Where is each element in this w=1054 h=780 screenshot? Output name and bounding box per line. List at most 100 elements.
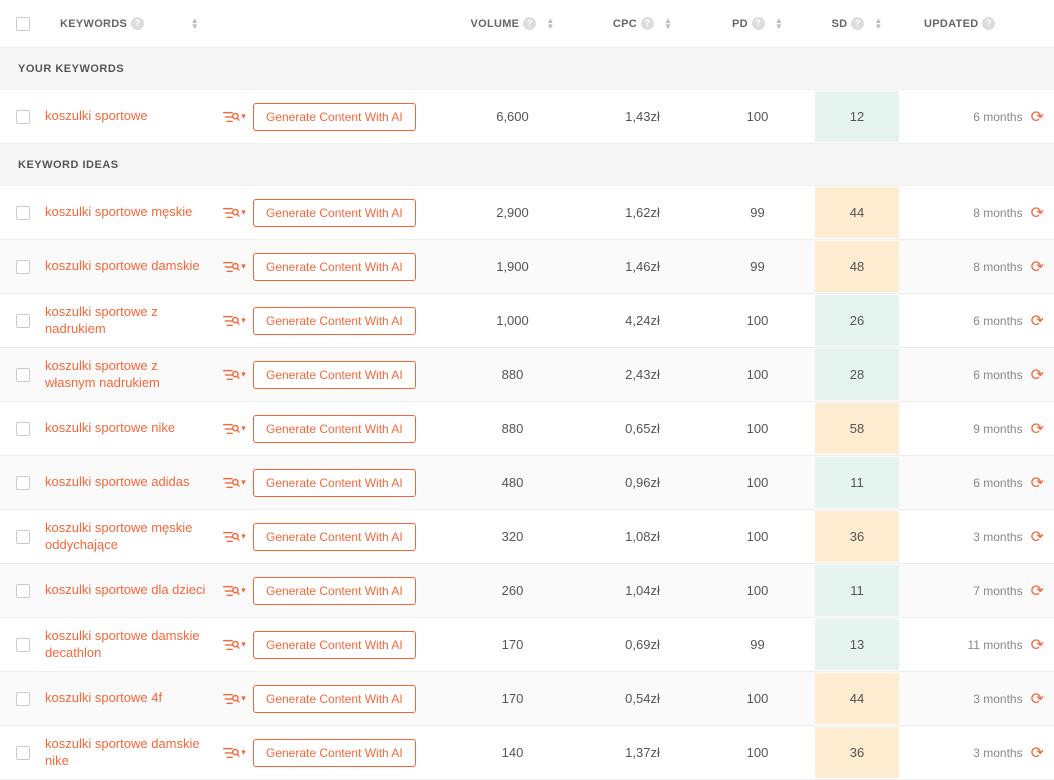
sd-cell-wrap: 28	[810, 349, 904, 400]
row-checkbox[interactable]	[16, 368, 30, 382]
sd-cell: 36	[815, 511, 899, 562]
row-checkbox[interactable]	[16, 476, 30, 490]
generate-ai-button[interactable]: Generate Content With AI	[253, 685, 416, 713]
updated-cell: 11 months	[967, 638, 1022, 652]
sort-icon[interactable]: ▲▼	[191, 18, 207, 30]
sd-cell-wrap: 48	[810, 241, 904, 292]
help-icon[interactable]: ?	[131, 17, 144, 30]
refresh-icon[interactable]: ⟳	[1031, 473, 1044, 493]
row-checkbox[interactable]	[16, 584, 30, 598]
row-checkbox[interactable]	[16, 530, 30, 544]
chevron-down-icon: ▾	[241, 693, 246, 704]
row-checkbox[interactable]	[16, 260, 30, 274]
keyword-link[interactable]: koszulki sportowe z nadrukiem	[45, 304, 158, 336]
refresh-icon[interactable]: ⟳	[1031, 365, 1044, 385]
refresh-icon[interactable]: ⟳	[1031, 581, 1044, 601]
filter-icon-svg	[222, 260, 240, 274]
help-icon[interactable]: ?	[982, 17, 995, 30]
generate-ai-button[interactable]: Generate Content With AI	[253, 577, 416, 605]
refresh-icon[interactable]: ⟳	[1031, 527, 1044, 547]
keyword-link[interactable]: koszulki sportowe	[45, 108, 148, 123]
header-volume-label: VOLUME	[470, 18, 519, 30]
sort-icon[interactable]: ▲▼	[874, 18, 882, 30]
filter-icon[interactable]: ▾	[222, 746, 246, 760]
generate-ai-button[interactable]: Generate Content With AI	[253, 631, 416, 659]
sd-cell-wrap: 13	[810, 619, 904, 670]
generate-ai-button[interactable]: Generate Content With AI	[253, 199, 416, 227]
row-checkbox[interactable]	[16, 746, 30, 760]
filter-icon[interactable]: ▾	[222, 638, 246, 652]
filter-icon[interactable]: ▾	[222, 476, 246, 490]
filter-icon[interactable]: ▾	[222, 584, 246, 598]
filter-icon-svg	[222, 746, 240, 760]
pd-cell: 99	[705, 205, 810, 220]
select-all-checkbox[interactable]	[16, 17, 30, 31]
row-checkbox[interactable]	[16, 692, 30, 706]
row-checkbox[interactable]	[16, 206, 30, 220]
volume-cell: 140	[445, 745, 580, 760]
row-checkbox[interactable]	[16, 314, 30, 328]
volume-cell: 2,900	[445, 205, 580, 220]
volume-cell: 880	[445, 367, 580, 382]
generate-ai-button[interactable]: Generate Content With AI	[253, 361, 416, 389]
filter-icon[interactable]: ▾	[222, 206, 246, 220]
volume-cell: 320	[445, 529, 580, 544]
filter-icon[interactable]: ▾	[222, 260, 246, 274]
row-checkbox[interactable]	[16, 422, 30, 436]
generate-ai-button[interactable]: Generate Content With AI	[253, 523, 416, 551]
sort-icon[interactable]: ▲▼	[664, 18, 672, 30]
sort-icon[interactable]: ▲▼	[546, 18, 554, 30]
table-row: koszulki sportowe damskie ▾ Generate Conte…	[0, 240, 1054, 294]
keyword-link[interactable]: koszulki sportowe damskie nike	[45, 736, 200, 768]
col-header-sd[interactable]: SD ? ▲▼	[810, 17, 904, 30]
sd-cell-wrap: 58	[810, 403, 904, 454]
sort-icon[interactable]: ▲▼	[775, 18, 783, 30]
col-header-volume[interactable]: VOLUME ? ▲▼	[445, 17, 580, 30]
filter-icon[interactable]: ▾	[222, 314, 246, 328]
cpc-cell: 1,04zł	[580, 583, 705, 598]
filter-icon-svg	[222, 422, 240, 436]
help-icon[interactable]: ?	[641, 17, 654, 30]
refresh-icon[interactable]: ⟳	[1031, 107, 1044, 127]
chevron-down-icon: ▾	[241, 111, 246, 122]
keyword-link[interactable]: koszulki sportowe 4f	[45, 690, 162, 705]
cpc-cell: 0,96zł	[580, 475, 705, 490]
generate-ai-button[interactable]: Generate Content With AI	[253, 253, 416, 281]
keyword-link[interactable]: koszulki sportowe z własnym nadrukiem	[45, 358, 160, 390]
col-header-updated[interactable]: UPDATED ?	[904, 17, 1054, 30]
filter-icon[interactable]: ▾	[222, 368, 246, 382]
keyword-link[interactable]: koszulki sportowe damskie decathlon	[45, 628, 200, 660]
filter-icon[interactable]: ▾	[222, 692, 246, 706]
updated-cell: 7 months	[973, 584, 1022, 598]
refresh-icon[interactable]: ⟳	[1031, 743, 1044, 763]
refresh-icon[interactable]: ⟳	[1031, 635, 1044, 655]
keyword-link[interactable]: koszulki sportowe nike	[45, 420, 175, 435]
col-header-cpc[interactable]: CPC ? ▲▼	[580, 17, 705, 30]
filter-icon[interactable]: ▾	[222, 530, 246, 544]
generate-ai-button[interactable]: Generate Content With AI	[253, 739, 416, 767]
help-icon[interactable]: ?	[851, 17, 864, 30]
row-checkbox[interactable]	[16, 638, 30, 652]
keyword-link[interactable]: koszulki sportowe adidas	[45, 474, 190, 489]
keyword-link[interactable]: koszulki sportowe damskie	[45, 258, 200, 273]
refresh-icon[interactable]: ⟳	[1031, 257, 1044, 277]
refresh-icon[interactable]: ⟳	[1031, 203, 1044, 223]
generate-ai-button[interactable]: Generate Content With AI	[253, 415, 416, 443]
generate-ai-button[interactable]: Generate Content With AI	[253, 469, 416, 497]
help-icon[interactable]: ?	[523, 17, 536, 30]
filter-icon[interactable]: ▾	[222, 422, 246, 436]
refresh-icon[interactable]: ⟳	[1031, 689, 1044, 709]
generate-ai-button[interactable]: Generate Content With AI	[253, 103, 416, 131]
refresh-icon[interactable]: ⟳	[1031, 311, 1044, 331]
chevron-down-icon: ▾	[241, 369, 246, 380]
keyword-link[interactable]: koszulki sportowe dla dzieci	[45, 582, 205, 597]
col-header-pd[interactable]: PD ? ▲▼	[705, 17, 810, 30]
keyword-link[interactable]: koszulki sportowe męskie oddychające	[45, 520, 192, 552]
generate-ai-button[interactable]: Generate Content With AI	[253, 307, 416, 335]
keyword-link[interactable]: koszulki sportowe męskie	[45, 204, 192, 219]
col-header-keywords[interactable]: KEYWORDS ? ▲▼	[45, 17, 215, 30]
refresh-icon[interactable]: ⟳	[1031, 419, 1044, 439]
filter-icon[interactable]: ▾	[222, 110, 246, 124]
help-icon[interactable]: ?	[752, 17, 765, 30]
row-checkbox[interactable]	[16, 110, 30, 124]
